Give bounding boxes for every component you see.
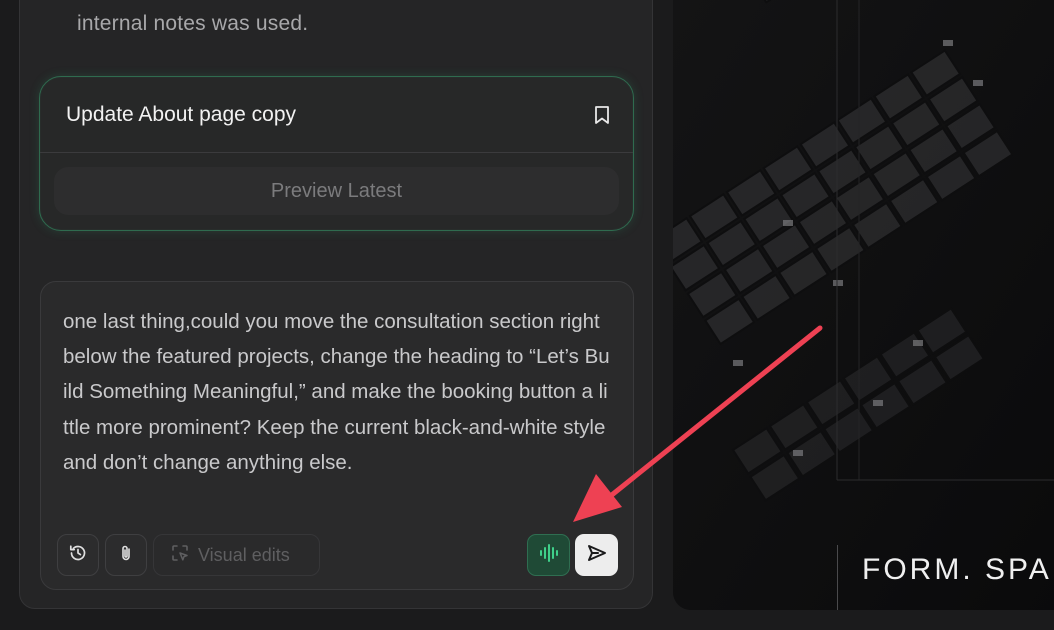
previous-message-text: internal notes was used. [77, 12, 309, 35]
bookmark-icon[interactable] [591, 104, 613, 126]
card-divider [40, 152, 633, 153]
voice-input-button[interactable] [527, 534, 570, 576]
audio-waveform-icon [538, 543, 560, 568]
update-card[interactable]: Update About page copy Preview Latest [39, 76, 634, 231]
history-icon [68, 543, 88, 568]
hero-divider-line [837, 545, 838, 610]
send-button[interactable] [575, 534, 618, 576]
paperclip-icon [116, 543, 136, 568]
building-photo [673, 0, 1054, 610]
visual-edits-icon [170, 543, 190, 568]
message-composer[interactable]: one last thing,could you move the consul… [40, 281, 634, 590]
preview-latest-button[interactable]: Preview Latest [54, 167, 619, 215]
send-icon [586, 543, 608, 568]
attach-button[interactable] [105, 534, 147, 576]
website-preview[interactable]: FORM. SPA [673, 0, 1054, 610]
update-card-title: Update About page copy [66, 103, 297, 126]
composer-input[interactable]: one last thing,could you move the consul… [63, 304, 611, 480]
history-button[interactable] [57, 534, 99, 576]
visual-edits-label: Visual edits [198, 544, 290, 565]
app-root: internal notes was used. Update About pa… [0, 0, 1054, 630]
visual-edits-button[interactable]: Visual edits [153, 534, 320, 576]
hero-heading: FORM. SPA [862, 553, 1052, 586]
